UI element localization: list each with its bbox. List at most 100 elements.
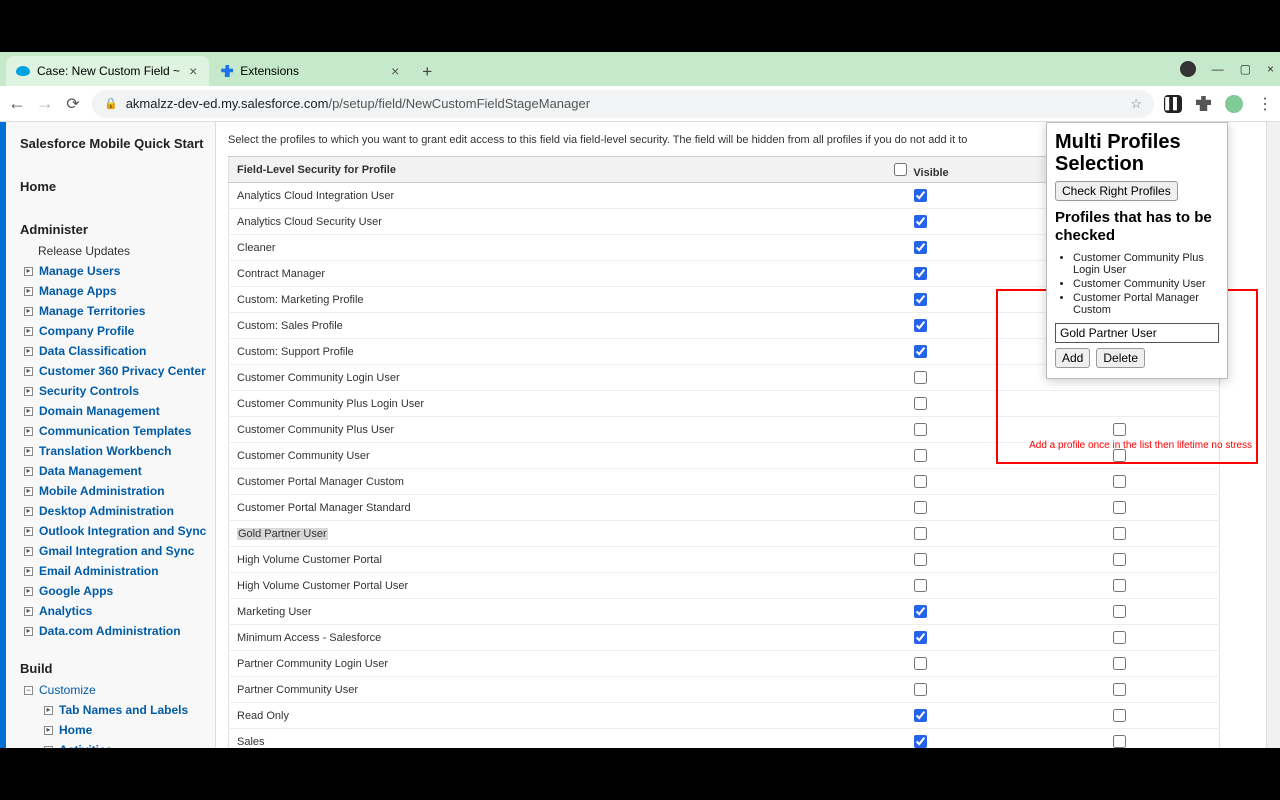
readonly-checkbox[interactable]: [1113, 683, 1126, 696]
sidebar-item-customize[interactable]: Customize: [10, 680, 215, 700]
expand-icon[interactable]: [24, 407, 33, 416]
sidebar-item[interactable]: Translation Workbench: [10, 441, 215, 461]
sidebar-item[interactable]: Company Profile: [10, 321, 215, 341]
check-right-profiles-button[interactable]: Check Right Profiles: [1055, 181, 1178, 201]
collapse-icon[interactable]: [24, 686, 33, 695]
visible-checkbox[interactable]: [914, 735, 927, 748]
sidebar-item[interactable]: Communication Templates: [10, 421, 215, 441]
readonly-checkbox[interactable]: [1113, 657, 1126, 670]
expand-icon[interactable]: [24, 387, 33, 396]
sidebar-home-link[interactable]: Home: [10, 159, 215, 202]
sidebar-quickstart[interactable]: Salesforce Mobile Quick Start: [10, 128, 215, 159]
readonly-checkbox[interactable]: [1113, 501, 1126, 514]
extension-action-icon[interactable]: ▌▌: [1164, 95, 1182, 113]
expand-icon[interactable]: [24, 367, 33, 376]
star-icon[interactable]: ☆: [1130, 96, 1142, 112]
sidebar-item[interactable]: Desktop Administration: [10, 501, 215, 521]
profile-icon[interactable]: [1180, 61, 1196, 77]
sidebar-item[interactable]: Release Updates: [10, 241, 215, 261]
visible-checkbox[interactable]: [914, 683, 927, 696]
sidebar-item[interactable]: Domain Management: [10, 401, 215, 421]
visible-checkbox[interactable]: [914, 423, 927, 436]
minimize-button[interactable]: —: [1212, 62, 1224, 76]
visible-checkbox[interactable]: [914, 579, 927, 592]
expand-icon[interactable]: [44, 706, 53, 715]
sidebar-item[interactable]: Analytics: [10, 601, 215, 621]
expand-icon[interactable]: [24, 267, 33, 276]
expand-icon[interactable]: [24, 467, 33, 476]
readonly-checkbox[interactable]: [1113, 631, 1126, 644]
expand-icon[interactable]: [24, 327, 33, 336]
expand-icon[interactable]: [44, 746, 53, 749]
sidebar-item[interactable]: Mobile Administration: [10, 481, 215, 501]
sidebar-item[interactable]: Customer 360 Privacy Center: [10, 361, 215, 381]
visible-checkbox[interactable]: [914, 657, 927, 670]
sidebar-item[interactable]: Tab Names and Labels: [10, 700, 215, 720]
visible-checkbox[interactable]: [914, 345, 927, 358]
vertical-scrollbar[interactable]: [1266, 122, 1280, 748]
readonly-checkbox[interactable]: [1113, 709, 1126, 722]
expand-icon[interactable]: [24, 547, 33, 556]
reload-button[interactable]: ⟳: [64, 94, 82, 114]
visible-checkbox[interactable]: [914, 397, 927, 410]
visible-checkbox[interactable]: [914, 371, 927, 384]
visible-checkbox[interactable]: [914, 319, 927, 332]
close-window-button[interactable]: ×: [1267, 62, 1274, 76]
close-icon[interactable]: ×: [389, 63, 401, 79]
expand-icon[interactable]: [24, 607, 33, 616]
new-tab-button[interactable]: +: [413, 58, 441, 86]
readonly-checkbox[interactable]: [1113, 605, 1126, 618]
expand-icon[interactable]: [24, 487, 33, 496]
extensions-icon[interactable]: [1196, 96, 1211, 111]
visible-checkbox[interactable]: [914, 527, 927, 540]
expand-icon[interactable]: [24, 507, 33, 516]
profile-name-input[interactable]: [1055, 323, 1219, 343]
sidebar-item[interactable]: Home: [10, 720, 215, 740]
readonly-checkbox[interactable]: [1113, 553, 1126, 566]
visible-checkbox[interactable]: [914, 189, 927, 202]
readonly-checkbox[interactable]: [1113, 579, 1126, 592]
back-button[interactable]: ←: [8, 93, 26, 114]
visible-checkbox[interactable]: [914, 475, 927, 488]
readonly-checkbox[interactable]: [1113, 423, 1126, 436]
visible-checkbox[interactable]: [914, 605, 927, 618]
url-field[interactable]: 🔒 akmalzz-dev-ed.my.salesforce.com/p/set…: [92, 90, 1154, 118]
expand-icon[interactable]: [24, 567, 33, 576]
sidebar-item[interactable]: Manage Users: [10, 261, 215, 281]
forward-button[interactable]: →: [36, 93, 54, 114]
visible-checkbox[interactable]: [914, 501, 927, 514]
sidebar-item[interactable]: Manage Apps: [10, 281, 215, 301]
sidebar-item[interactable]: Manage Territories: [10, 301, 215, 321]
visible-checkbox[interactable]: [914, 709, 927, 722]
profile-avatar-icon[interactable]: [1225, 95, 1243, 113]
menu-icon[interactable]: ⋮: [1257, 94, 1272, 114]
expand-icon[interactable]: [24, 427, 33, 436]
expand-icon[interactable]: [24, 527, 33, 536]
browser-tab-active[interactable]: Case: New Custom Field ~ ×: [6, 56, 209, 86]
sidebar-item[interactable]: Gmail Integration and Sync: [10, 541, 215, 561]
readonly-checkbox[interactable]: [1113, 735, 1126, 748]
close-icon[interactable]: ×: [187, 63, 199, 79]
browser-tab[interactable]: Extensions ×: [211, 56, 411, 86]
maximize-button[interactable]: ▢: [1240, 62, 1251, 76]
expand-icon[interactable]: [24, 287, 33, 296]
sidebar-item[interactable]: Activities: [10, 740, 215, 748]
visible-master-checkbox[interactable]: [894, 163, 907, 176]
visible-checkbox[interactable]: [914, 267, 927, 280]
visible-checkbox[interactable]: [914, 215, 927, 228]
sidebar-item[interactable]: Security Controls: [10, 381, 215, 401]
expand-icon[interactable]: [44, 726, 53, 735]
sidebar-item[interactable]: Data.com Administration: [10, 621, 215, 641]
readonly-checkbox[interactable]: [1113, 527, 1126, 540]
visible-checkbox[interactable]: [914, 553, 927, 566]
expand-icon[interactable]: [24, 627, 33, 636]
expand-icon[interactable]: [24, 587, 33, 596]
sidebar-item[interactable]: Email Administration: [10, 561, 215, 581]
sidebar-item[interactable]: Data Management: [10, 461, 215, 481]
expand-icon[interactable]: [24, 307, 33, 316]
expand-icon[interactable]: [24, 347, 33, 356]
delete-button[interactable]: Delete: [1096, 348, 1145, 368]
sidebar-item[interactable]: Outlook Integration and Sync: [10, 521, 215, 541]
visible-checkbox[interactable]: [914, 293, 927, 306]
sidebar-item[interactable]: Data Classification: [10, 341, 215, 361]
